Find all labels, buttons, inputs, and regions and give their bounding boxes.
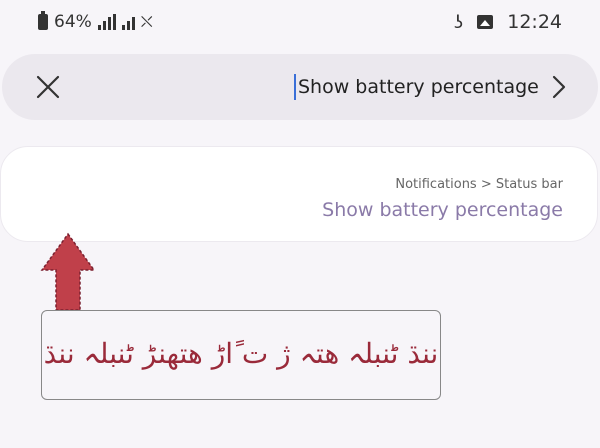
annotation-box: ننڌ ٹنبلہ ھتہ ژ ت ًاڑ ھتهنڑ ٹنبلہ ننڌ	[41, 310, 441, 400]
search-input[interactable]: Show battery percentage	[298, 76, 539, 98]
signal-icon-2	[121, 14, 135, 30]
close-icon[interactable]	[34, 73, 62, 101]
battery-icon	[38, 11, 48, 30]
clock: 12:24	[507, 11, 562, 33]
text-cursor	[294, 74, 296, 100]
result-title[interactable]: Show battery percentage	[322, 199, 563, 221]
battery-percent: 64%	[54, 12, 92, 32]
annotation-text: ننڌ ٹنبلہ ھتہ ژ ت ًاڑ ھتهنڑ ٹنبلہ ننڌ	[43, 337, 439, 370]
status-left-group: 64% ⛌	[38, 10, 153, 34]
result-breadcrumb: Notifications > Status bar	[395, 177, 563, 192]
gallery-icon	[477, 15, 494, 29]
search-result-card[interactable]: Notifications > Status bar Show battery …	[0, 146, 598, 242]
back-arrow-icon[interactable]	[544, 73, 572, 101]
status-right-group: ʖ 12:24	[454, 10, 562, 34]
wifi-off-icon: ⛌	[140, 12, 153, 31]
annotation-arrow-icon	[40, 232, 96, 311]
signal-icon	[97, 14, 116, 30]
search-bar[interactable]: Show battery percentage	[2, 54, 598, 120]
status-bar: 64% ⛌ ʖ 12:24	[0, 0, 600, 44]
notification-icon: ʖ	[454, 11, 464, 33]
